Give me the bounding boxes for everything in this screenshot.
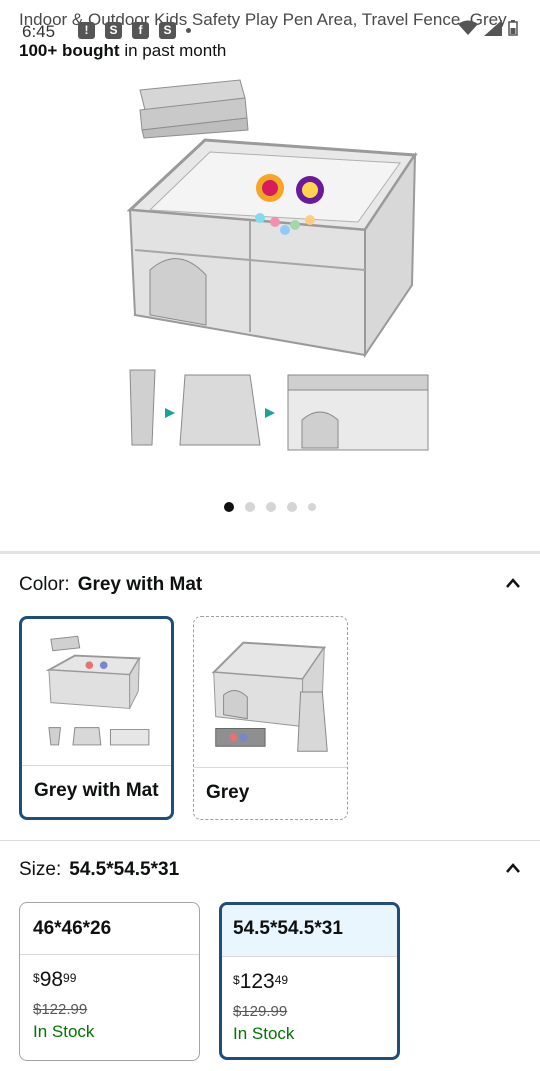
facebook-icon: f [132, 22, 149, 39]
signal-icon [484, 20, 502, 36]
price: $123 49 [233, 970, 289, 993]
notification-icons: ! S f S [78, 22, 191, 39]
s-icon: S [105, 22, 122, 39]
size-option-46[interactable]: 46*46*26 $98 99 $122.99 In Stock [19, 902, 200, 1061]
size-label: Size: [19, 859, 62, 880]
list-price: $122.99 [33, 1001, 88, 1018]
carousel-dots[interactable] [0, 502, 540, 512]
price: $98 99 [33, 968, 77, 991]
size-value: 54.5*54.5*31 [69, 859, 180, 880]
s-icon: S [159, 22, 176, 39]
status-time: 6:45 [22, 22, 56, 41]
carousel-dot[interactable] [266, 502, 276, 512]
swatch-image [211, 641, 328, 752]
battery-icon [508, 20, 518, 36]
divider [0, 840, 540, 841]
status-bar: 6:45 ! S f S [0, 0, 540, 41]
carousel-dot[interactable] [245, 502, 255, 512]
wifi-icon [458, 20, 478, 35]
stock-status: In Stock [33, 1022, 95, 1041]
size-option-label: 46*46*26 [20, 903, 199, 955]
swatch-image [45, 635, 150, 746]
size-selector-header[interactable]: Size: 54.5*54.5*31 [19, 859, 521, 881]
chevron-up-icon[interactable] [505, 861, 521, 875]
system-icons [458, 20, 518, 36]
color-option-label: Grey [194, 767, 347, 819]
fold-sequence-icon [129, 369, 429, 451]
carousel-dot[interactable] [287, 502, 297, 512]
list-price: $129.99 [233, 1003, 288, 1020]
color-option-grey[interactable]: Grey [193, 616, 348, 820]
bought-count: 100+ bought in past month [19, 41, 227, 60]
divider [0, 551, 540, 554]
folded-mat-icon [139, 79, 249, 139]
color-selector-header[interactable]: Color: Grey with Mat [19, 574, 521, 596]
color-value: Grey with Mat [77, 574, 203, 595]
product-image[interactable] [110, 70, 440, 460]
alert-icon: ! [78, 22, 95, 39]
carousel-dot[interactable] [224, 502, 234, 512]
size-option-54-5[interactable]: 54.5*54.5*31 $123 49 $129.99 In Stock [219, 902, 400, 1060]
color-option-grey-with-mat[interactable]: Grey with Mat [19, 616, 174, 820]
size-option-label: 54.5*54.5*31 [222, 905, 397, 957]
color-label: Color: [19, 574, 70, 595]
more-notifications-icon [186, 28, 191, 33]
color-option-label: Grey with Mat [22, 765, 171, 817]
playpen-icon [126, 138, 418, 359]
stock-status: In Stock [233, 1024, 295, 1043]
carousel-dot[interactable] [308, 503, 316, 511]
chevron-up-icon[interactable] [505, 576, 521, 590]
